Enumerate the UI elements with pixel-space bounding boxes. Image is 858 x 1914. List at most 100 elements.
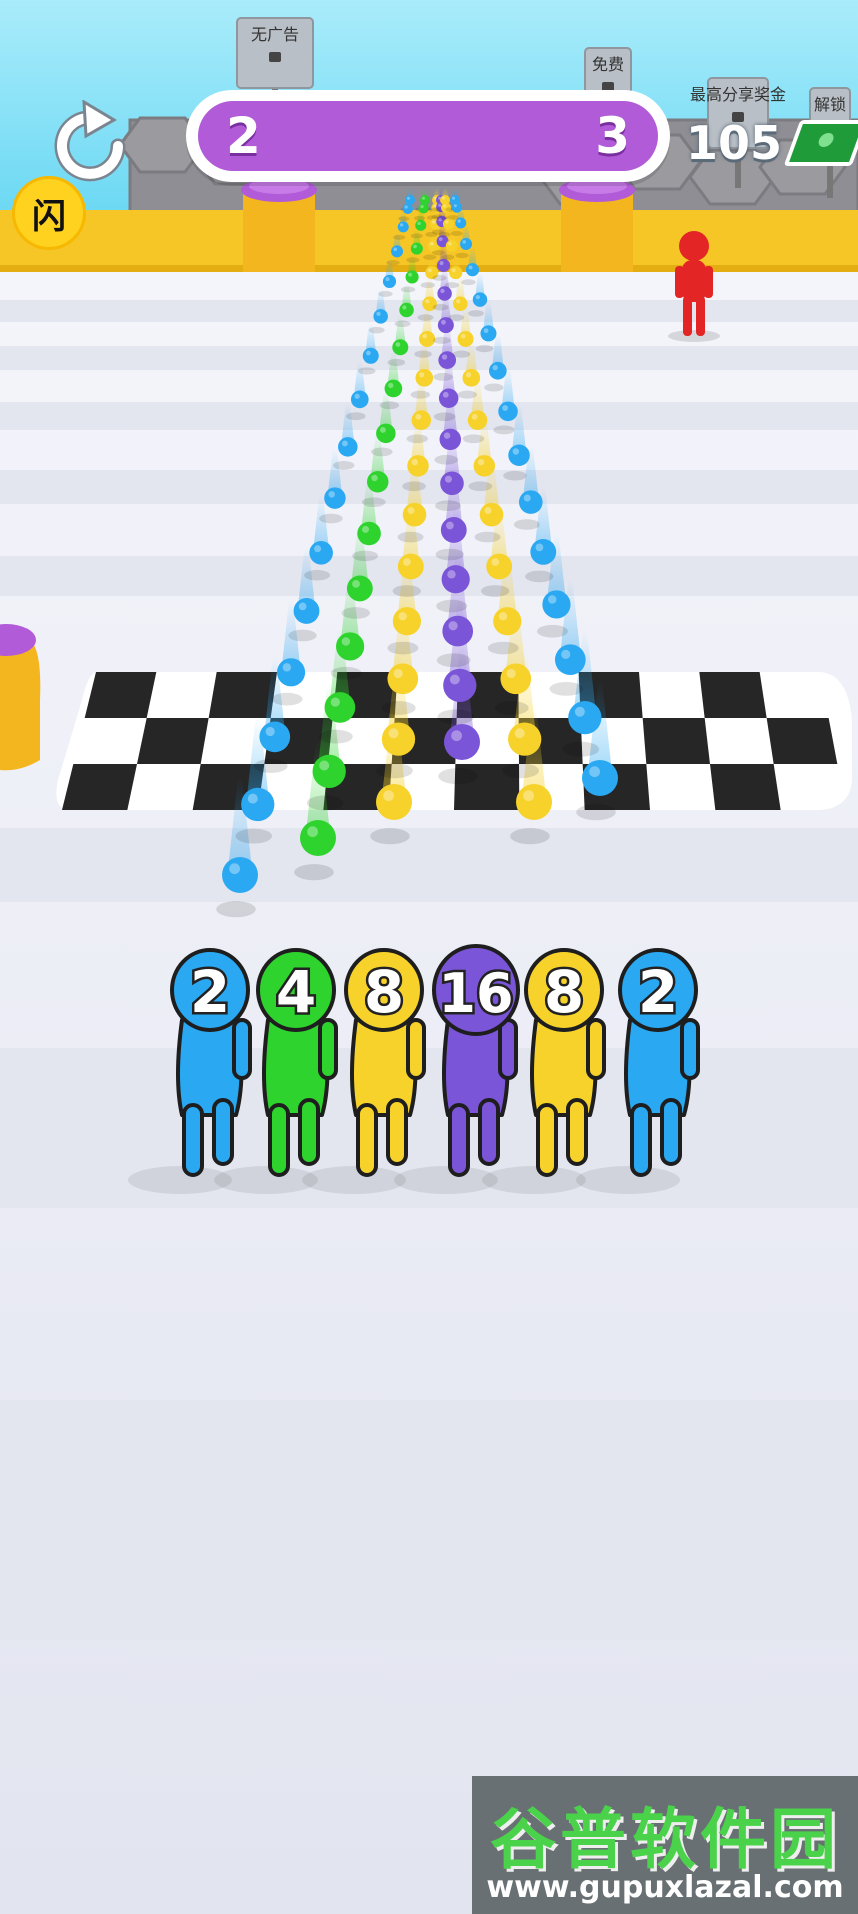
ball bbox=[391, 245, 404, 258]
ball-shadow bbox=[468, 481, 493, 492]
ball bbox=[293, 598, 320, 624]
ball bbox=[338, 437, 358, 457]
ball-highlight bbox=[441, 319, 446, 325]
flash-button[interactable]: 闪 bbox=[12, 176, 86, 250]
ball-highlight bbox=[498, 612, 508, 621]
ball bbox=[443, 218, 455, 230]
ball-shadow bbox=[368, 326, 385, 334]
cash-amount: 105 bbox=[686, 116, 783, 170]
ball-shadow bbox=[510, 828, 550, 845]
ball-shadow bbox=[474, 531, 501, 543]
sign-label: 最高分享奖金 bbox=[690, 85, 786, 104]
ball-highlight bbox=[471, 413, 478, 420]
ball bbox=[418, 203, 429, 214]
ball-highlight bbox=[452, 196, 455, 200]
ball-highlight bbox=[451, 268, 456, 273]
ball-shadow bbox=[319, 513, 343, 524]
ball-shadow bbox=[450, 231, 463, 236]
ball-shadow bbox=[294, 864, 334, 881]
ball-highlight bbox=[282, 663, 292, 672]
ball-shadow bbox=[494, 701, 529, 715]
pillar-side bbox=[0, 624, 41, 771]
ball-shadow bbox=[513, 519, 540, 530]
ball-highlight bbox=[413, 244, 417, 249]
ball bbox=[350, 390, 369, 409]
ball-highlight bbox=[453, 204, 457, 208]
ball bbox=[367, 471, 389, 493]
ball-highlight bbox=[427, 268, 432, 273]
ball bbox=[465, 263, 480, 277]
ball bbox=[312, 754, 346, 788]
ball-shadow bbox=[398, 216, 410, 222]
level-progress-bar: 2 3 bbox=[186, 90, 670, 182]
ball bbox=[415, 368, 434, 387]
ball-shadow bbox=[448, 314, 465, 321]
ball-shadow bbox=[288, 629, 317, 642]
ball-highlight bbox=[444, 475, 452, 483]
ball-shadow bbox=[441, 254, 455, 260]
level-progress-fill bbox=[198, 101, 658, 171]
ball bbox=[486, 553, 513, 580]
ball bbox=[508, 722, 542, 756]
ball-highlight bbox=[430, 241, 434, 246]
ball-highlight bbox=[408, 272, 413, 277]
ball bbox=[444, 724, 480, 760]
ball bbox=[276, 658, 306, 687]
ball-highlight bbox=[449, 674, 460, 685]
ball bbox=[457, 330, 474, 347]
ball-shadow bbox=[381, 701, 416, 715]
ball bbox=[309, 541, 333, 565]
runner-value: 2 bbox=[190, 958, 230, 1026]
ball-shadow bbox=[475, 345, 494, 353]
watermark-url: www.gupuxlazal.com bbox=[486, 1870, 844, 1905]
ball-highlight bbox=[439, 237, 443, 241]
ball-highlight bbox=[506, 668, 516, 679]
ball bbox=[376, 423, 396, 444]
ball-shadow bbox=[436, 653, 471, 668]
ball-highlight bbox=[484, 506, 492, 515]
ball-shadow bbox=[253, 759, 288, 773]
ball bbox=[397, 553, 424, 580]
ball-highlight bbox=[307, 826, 318, 838]
ball-shadow bbox=[432, 303, 449, 311]
ball-shadow bbox=[386, 260, 400, 266]
ball bbox=[493, 607, 522, 636]
ball-shadow bbox=[432, 249, 446, 256]
ball-highlight bbox=[448, 241, 452, 246]
ball bbox=[443, 668, 477, 702]
ball bbox=[402, 203, 413, 215]
ball-shadow bbox=[330, 666, 362, 680]
ball-highlight bbox=[417, 221, 421, 226]
ball-shadow bbox=[502, 763, 540, 779]
ball-highlight bbox=[418, 372, 425, 378]
ball-shadow bbox=[406, 257, 420, 263]
ball-highlight bbox=[376, 311, 381, 317]
ball-shadow bbox=[576, 804, 616, 821]
ball-highlight bbox=[465, 372, 472, 378]
ball-highlight bbox=[491, 558, 500, 566]
ball bbox=[473, 455, 496, 477]
ball-highlight bbox=[438, 203, 442, 207]
ball-highlight bbox=[352, 580, 360, 588]
ball-shadow bbox=[414, 350, 432, 358]
ball-shadow bbox=[433, 372, 453, 381]
ball-shadow bbox=[493, 425, 515, 435]
ball-highlight bbox=[446, 521, 454, 530]
ball-shadow bbox=[304, 569, 331, 581]
ball-highlight bbox=[443, 204, 447, 208]
runner-value: 8 bbox=[544, 958, 584, 1026]
ball bbox=[373, 309, 388, 324]
ball-shadow bbox=[536, 624, 568, 638]
ball-highlight bbox=[431, 220, 436, 224]
ball-highlight bbox=[399, 223, 404, 227]
ball-shadow bbox=[410, 390, 431, 399]
ball-shadow bbox=[361, 497, 386, 507]
ball-shadow bbox=[438, 231, 451, 237]
ball-shadow bbox=[433, 336, 451, 344]
ball bbox=[405, 195, 415, 205]
ball-highlight bbox=[548, 595, 557, 604]
ball-shadow bbox=[371, 447, 393, 457]
ball-highlight bbox=[319, 760, 330, 771]
runner-value: 2 bbox=[638, 958, 678, 1026]
next-level: 3 bbox=[595, 107, 630, 165]
